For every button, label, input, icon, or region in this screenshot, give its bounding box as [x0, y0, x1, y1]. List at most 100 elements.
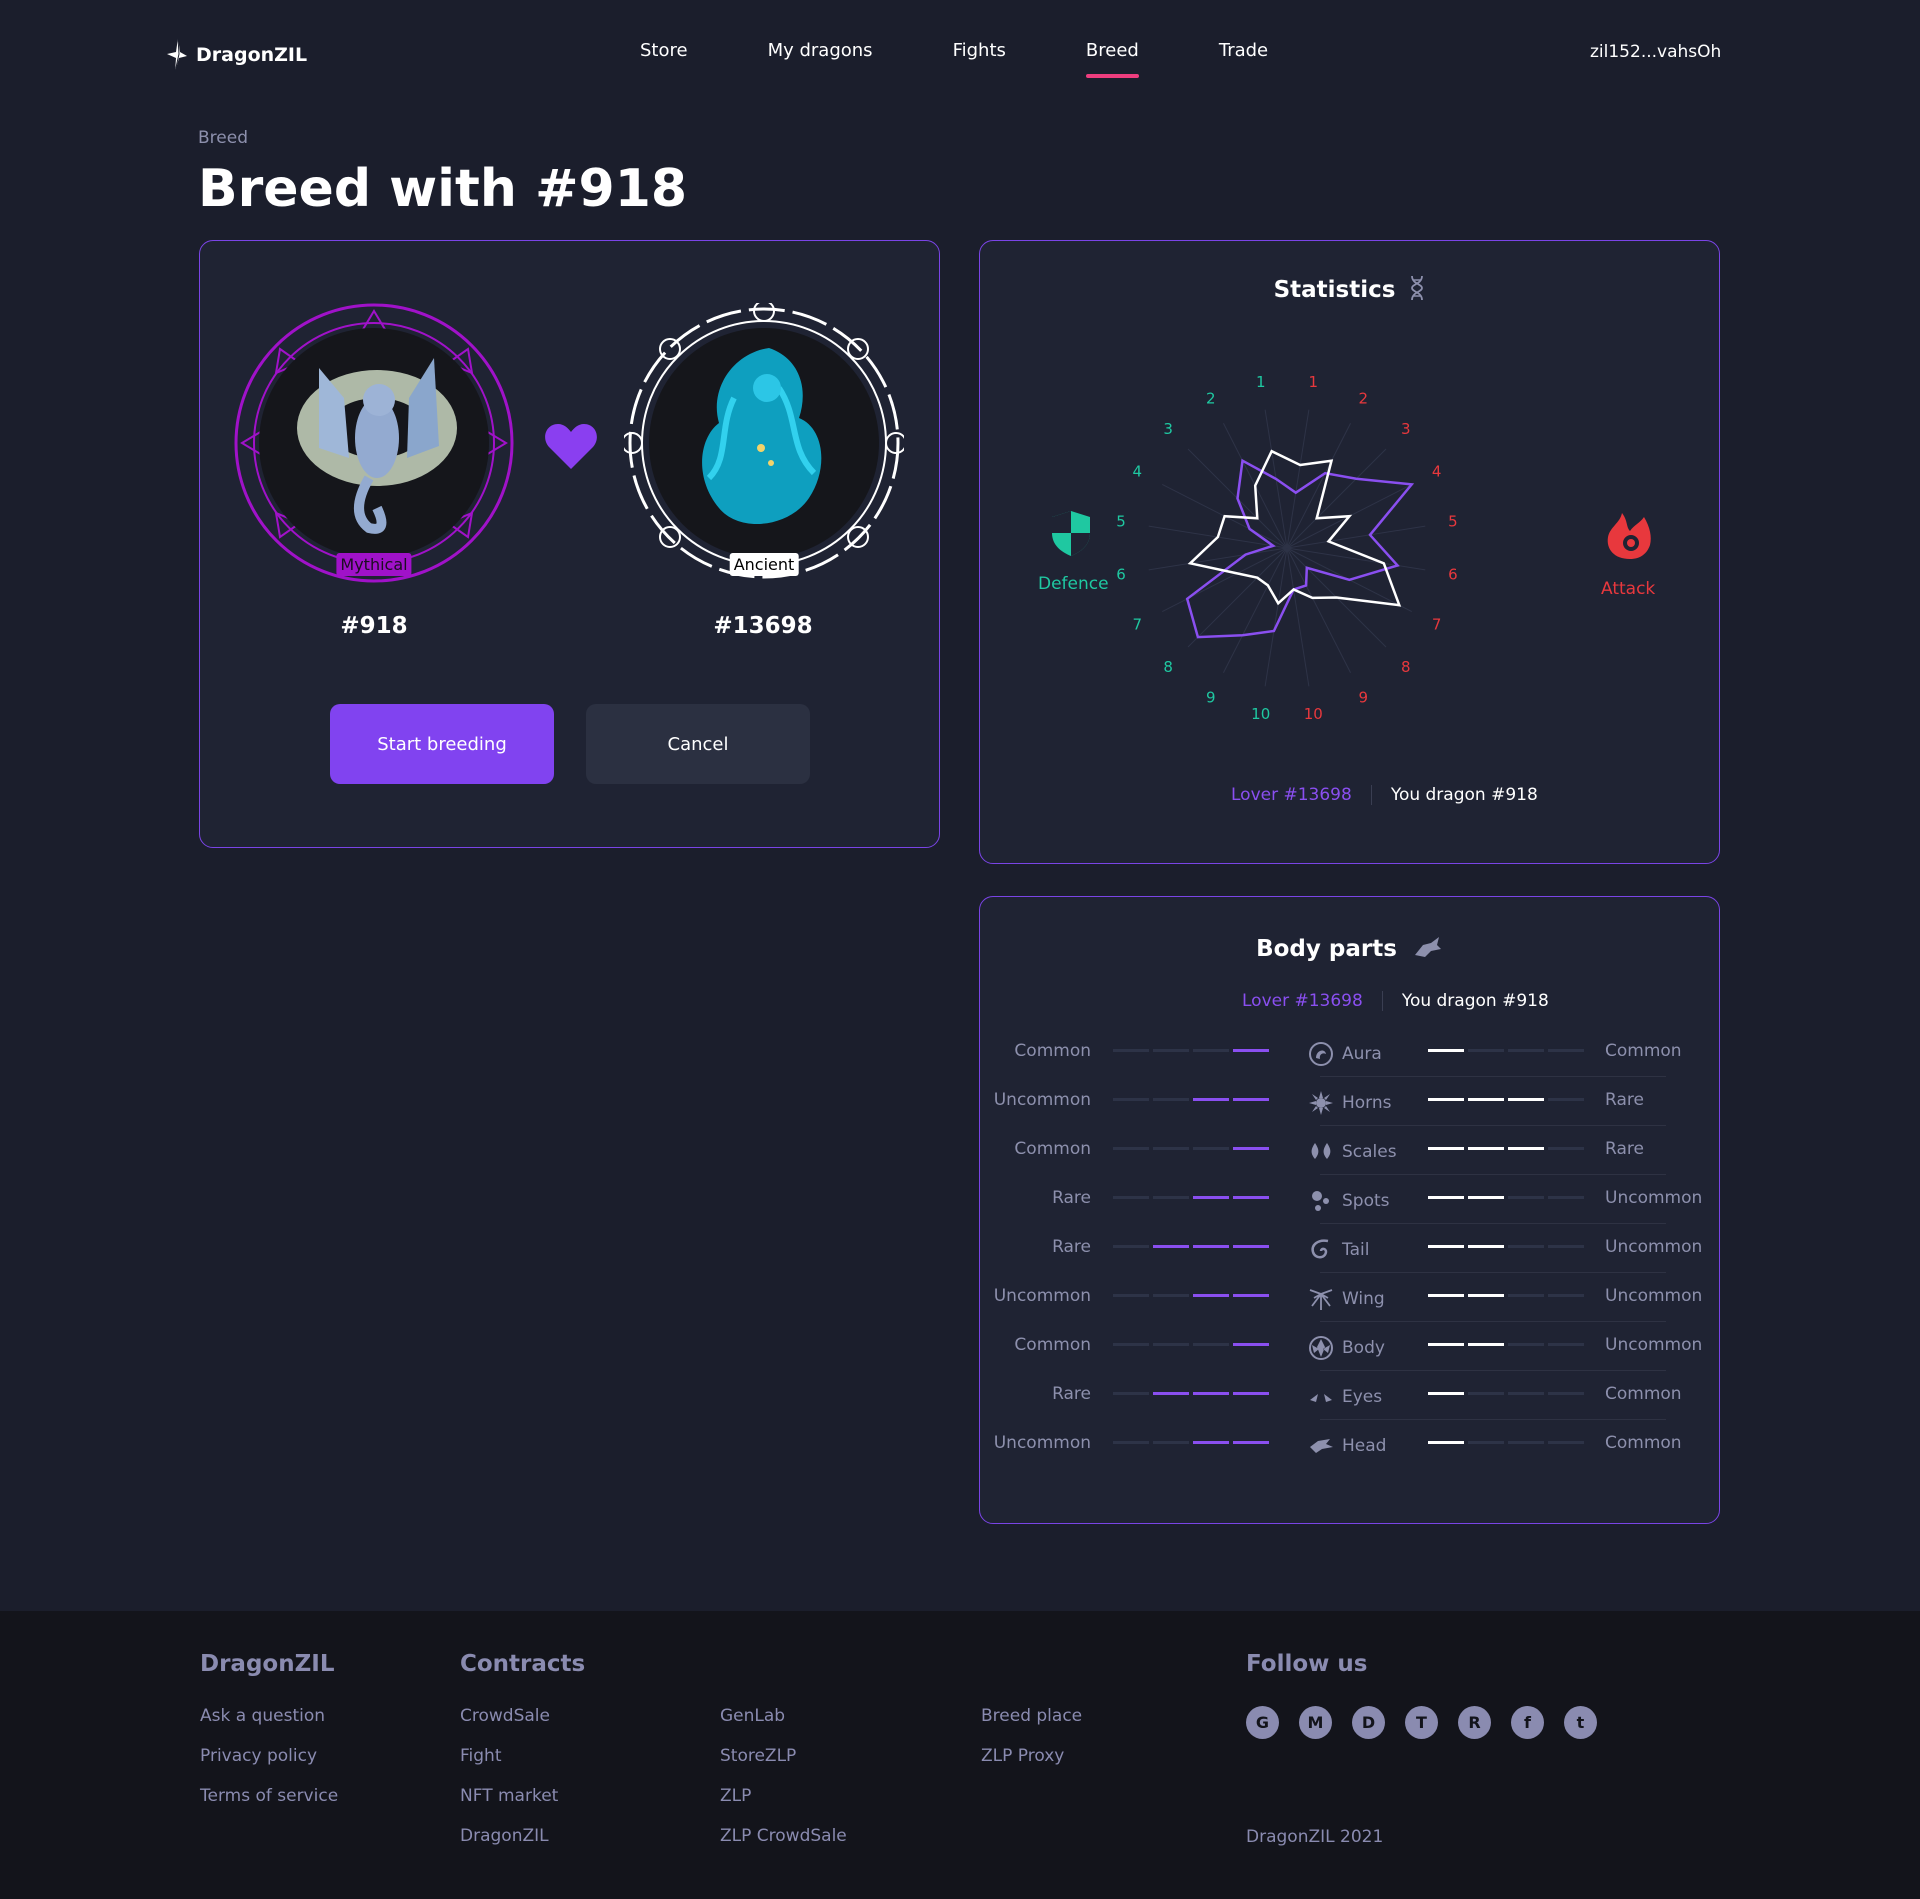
body-part-name: Eyes — [1308, 1384, 1382, 1410]
bar-segment — [1468, 1196, 1504, 1199]
discord-icon[interactable]: D — [1352, 1706, 1385, 1739]
dragon-id-right: #13698 — [713, 613, 813, 639]
github-icon[interactable]: G — [1246, 1706, 1279, 1739]
nav-store[interactable]: Store — [640, 40, 688, 61]
lover-rarity-bar — [1113, 1245, 1269, 1249]
facebook-icon[interactable]: f — [1511, 1706, 1544, 1739]
body-parts-legend: Lover #13698 You dragon #918 — [1242, 991, 1549, 1011]
contract-link-zlp-proxy[interactable]: ZLP Proxy — [981, 1746, 1064, 1766]
body-part-label: Head — [1342, 1436, 1387, 1456]
attack-tick-label: 8 — [1401, 658, 1411, 676]
bar-segment — [1548, 1098, 1584, 1101]
telegram-icon[interactable]: T — [1405, 1706, 1438, 1739]
body-parts-title: Body parts — [1256, 936, 1397, 962]
lover-rarity-label: Uncommon — [993, 1433, 1091, 1453]
bar-segment — [1193, 1196, 1229, 1199]
nav-fights[interactable]: Fights — [953, 40, 1006, 61]
contract-link-breed-place[interactable]: Breed place — [981, 1706, 1082, 1726]
footer-link-privacy-policy[interactable]: Privacy policy — [200, 1746, 317, 1766]
lover-rarity-bar — [1113, 1196, 1269, 1200]
bar-segment — [1233, 1147, 1269, 1150]
start-breeding-button[interactable]: Start breeding — [330, 704, 554, 784]
bar-segment — [1548, 1049, 1584, 1052]
breed-card: Mythical Ancient #918 #13698 Start breed… — [199, 240, 940, 848]
legend-you: You dragon #918 — [1381, 991, 1549, 1011]
contract-link-nft-market[interactable]: NFT market — [460, 1786, 558, 1806]
wallet-address[interactable]: zil152...vahsOh — [1590, 42, 1721, 62]
bar-segment — [1548, 1147, 1584, 1150]
body-part-row-head: Uncommon Head Common — [980, 1419, 1721, 1467]
row-divider — [1320, 1076, 1666, 1077]
contract-link-genlab[interactable]: GenLab — [720, 1706, 785, 1726]
you-rarity-label: Uncommon — [1605, 1286, 1703, 1306]
bar-segment — [1508, 1147, 1544, 1150]
bar-segment — [1113, 1049, 1149, 1052]
reddit-icon[interactable]: R — [1458, 1706, 1491, 1739]
lover-rarity-label: Common — [1014, 1335, 1091, 1355]
nav-breed[interactable]: Breed — [1085, 40, 1139, 78]
bar-segment — [1428, 1147, 1464, 1150]
contract-link-dragonzil[interactable]: DragonZIL — [460, 1826, 549, 1846]
bar-segment — [1468, 1049, 1504, 1052]
body-part-label: Horns — [1342, 1093, 1392, 1113]
row-divider — [1320, 1125, 1666, 1126]
footer-link-terms[interactable]: Terms of service — [200, 1786, 338, 1806]
footer-link-ask-question[interactable]: Ask a question — [200, 1706, 325, 1726]
nav-my-dragons[interactable]: My dragons — [768, 40, 873, 61]
bar-segment — [1233, 1245, 1269, 1248]
legend-lover: Lover #13698 — [1231, 785, 1352, 805]
bar-segment — [1233, 1343, 1269, 1346]
nav-trade[interactable]: Trade — [1219, 40, 1268, 61]
breadcrumb[interactable]: Breed — [198, 128, 248, 148]
bar-segment — [1153, 1392, 1189, 1395]
bar-segment — [1428, 1294, 1464, 1297]
contract-link-zlp[interactable]: ZLP — [720, 1786, 751, 1806]
dragon-head-icon — [1414, 937, 1441, 957]
lover-rarity-bar — [1113, 1294, 1269, 1298]
twitter-icon[interactable]: t — [1564, 1706, 1597, 1739]
body-part-name: Spots — [1308, 1188, 1390, 1214]
body-part-row-scales: Common Scales Rare — [980, 1125, 1721, 1173]
attack-tick-label: 2 — [1358, 389, 1368, 407]
brand-logo[interactable]: DragonZIL — [166, 36, 307, 74]
copyright: DragonZIL 2021 — [1246, 1827, 1384, 1847]
contract-link-crowdsale[interactable]: CrowdSale — [460, 1706, 550, 1726]
contract-link-storezlp[interactable]: StoreZLP — [720, 1746, 796, 1766]
bar-segment — [1428, 1245, 1464, 1248]
shield-icon — [1052, 511, 1090, 556]
dragon-id-left: #918 — [340, 613, 408, 639]
bar-segment — [1193, 1343, 1229, 1346]
bar-segment — [1233, 1049, 1269, 1052]
horns-icon — [1308, 1090, 1334, 1116]
you-rarity-label: Uncommon — [1605, 1335, 1703, 1355]
lover-rarity-label: Common — [1014, 1041, 1091, 1061]
bar-segment — [1193, 1294, 1229, 1297]
radar-series-lover — [1185, 458, 1415, 639]
bar-segment — [1428, 1392, 1464, 1395]
dragon-avatar-13698[interactable]: Ancient — [624, 303, 904, 583]
bar-segment — [1428, 1049, 1464, 1052]
bar-segment — [1468, 1441, 1504, 1444]
body-part-label: Aura — [1342, 1044, 1382, 1064]
bar-segment — [1113, 1098, 1149, 1101]
bar-segment — [1233, 1098, 1269, 1101]
contract-link-fight[interactable]: Fight — [460, 1746, 502, 1766]
bar-segment — [1153, 1343, 1189, 1346]
defence-label: Defence — [1038, 574, 1109, 594]
you-rarity-bar — [1428, 1294, 1584, 1298]
you-rarity-label: Common — [1605, 1384, 1682, 1404]
wing-icon — [1308, 1286, 1334, 1312]
dragon-logo-icon — [167, 37, 187, 73]
contract-link-zlp-crowdsale[interactable]: ZLP CrowdSale — [720, 1826, 847, 1846]
bar-segment — [1153, 1147, 1189, 1150]
lover-rarity-bar — [1113, 1147, 1269, 1151]
you-rarity-bar — [1428, 1245, 1584, 1249]
medium-icon[interactable]: M — [1299, 1706, 1332, 1739]
attack-tick-label: 1 — [1309, 373, 1319, 391]
attack-tick-label: 6 — [1448, 565, 1458, 583]
cancel-button[interactable]: Cancel — [586, 704, 810, 784]
dragon-avatar-918[interactable]: Mythical — [234, 303, 514, 583]
body-part-label: Spots — [1342, 1191, 1390, 1211]
tail-icon — [1308, 1237, 1334, 1263]
you-rarity-bar — [1428, 1392, 1584, 1396]
